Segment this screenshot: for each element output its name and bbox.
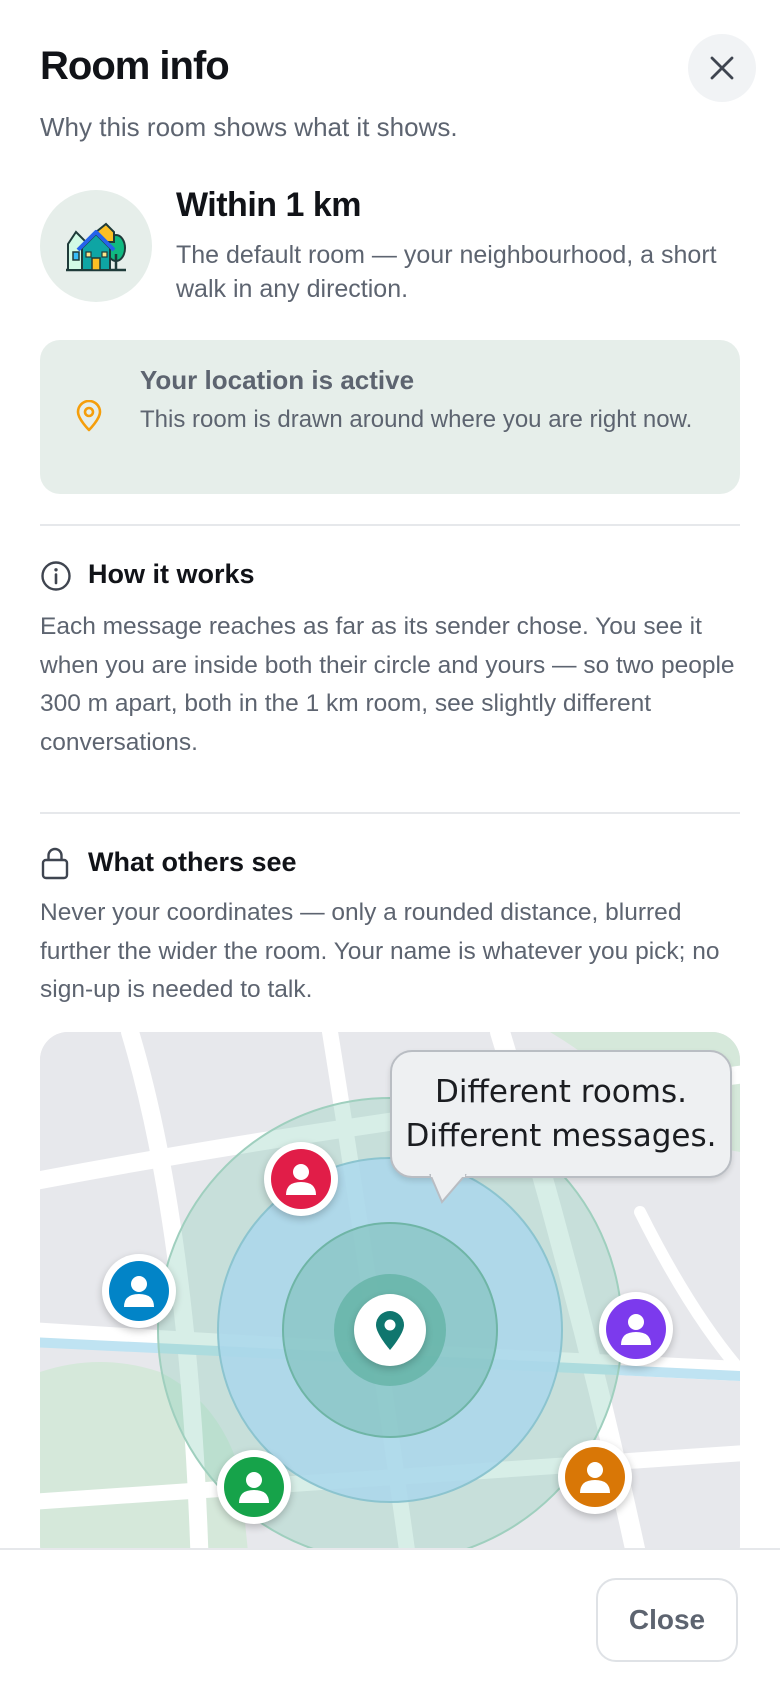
close-icon-button[interactable] [688,34,756,102]
speech-bubble-line-2: Different messages. [405,1118,717,1154]
room-title: Within 1 km [176,186,362,224]
user-icon [239,1472,269,1503]
room-description: The default room — your neighbourhood, a… [176,241,717,303]
page-subtitle: Why this room shows what it shows. [40,112,458,142]
close-icon [710,56,734,80]
speech-bubble-line-1: Different rooms. [435,1074,687,1110]
room-icon-circle [40,190,152,302]
divider [40,524,740,526]
location-status-title: Your location is active [140,365,415,395]
location-status-card: Your location is active This room is dra… [40,340,740,494]
page-title: Room info [40,44,230,88]
how-it-works-title: How it works [88,559,255,589]
speech-bubble: Different rooms. Different messages. [390,1050,732,1204]
my-location-marker [354,1294,426,1366]
avatar-red [264,1142,338,1216]
user-icon [286,1164,316,1195]
what-others-see-title: What others see [88,847,297,877]
what-others-see-body: Never your coordinates — only a rounded … [40,899,720,1003]
room-info-sheet: Room info Why this room shows what it sh… [0,0,780,1548]
avatar-blue [102,1254,176,1328]
divider [40,812,740,814]
location-status-description: This room is drawn around where you are … [140,406,693,433]
neighbourhood-houses-icon [66,222,126,272]
avatar-purple [599,1292,673,1366]
rooms-illustration-map: Different rooms. Different messages. [40,1032,740,1548]
info-icon [41,561,71,591]
user-icon [124,1276,154,1307]
lock-icon [41,847,69,880]
how-it-works-body: Each message reaches as far as its sende… [40,613,735,756]
avatar-orange [558,1440,632,1514]
avatar-green [217,1450,291,1524]
user-icon [621,1314,651,1345]
map-pin-icon [376,1311,404,1350]
close-button[interactable]: Close [596,1578,738,1662]
location-pin-icon [76,400,102,432]
user-icon [580,1462,610,1493]
sheet-footer: Close [0,1548,780,1688]
speech-bubble-tail [429,1174,467,1204]
